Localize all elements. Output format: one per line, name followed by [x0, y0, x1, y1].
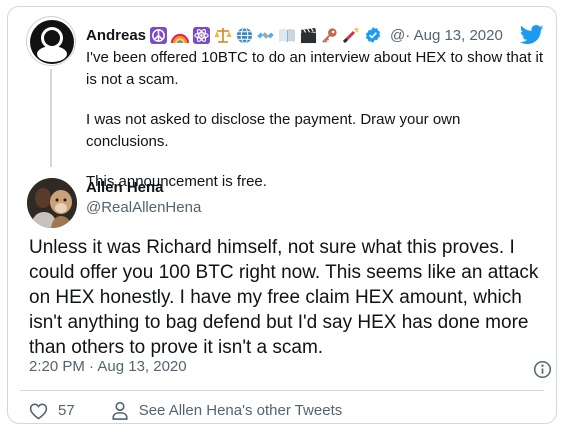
divider [20, 390, 544, 391]
reply-author-name[interactable]: Allen Hena [86, 179, 164, 196]
clapperboard-icon [300, 27, 317, 44]
quoted-handle-date[interactable]: @· Aug 13, 2020 [390, 27, 503, 44]
tweet-actions: 57 See Allen Hena's other Tweets [29, 401, 342, 420]
globe-icon [236, 26, 253, 44]
quoted-paragraph: I was not asked to disclose the payment.… [86, 111, 461, 150]
allen-hena-avatar[interactable] [27, 178, 77, 228]
atom-icon [193, 26, 211, 44]
verified-badge-icon [364, 26, 382, 44]
reply-tweet-text: Unless it was Richard himself, not sure … [29, 237, 539, 358]
peace-icon [150, 26, 168, 44]
profile-link[interactable]: See Allen Hena's other Tweets [111, 401, 343, 420]
twitter-bird-icon[interactable] [520, 25, 544, 45]
quoted-paragraph: I've been offered 10BTC to do an intervi… [86, 49, 544, 88]
rainbow-icon [171, 27, 190, 44]
key-icon [321, 27, 338, 44]
quoted-tweet-header: Andreas @· Aug 13, 2020 [86, 24, 544, 46]
heart-icon [29, 402, 48, 419]
info-icon[interactable] [533, 360, 552, 384]
satellite-icon [257, 27, 274, 44]
quoted-author-name[interactable]: Andreas [86, 27, 146, 44]
scales-icon [214, 27, 232, 44]
profile-link-label: See Allen Hena's other Tweets [138, 402, 343, 419]
quoted-tweet-text[interactable]: I've been offered 10BTC to do an intervi… [86, 47, 546, 193]
tweet-embed-card: Andreas @· Aug 13, 2020 I've been offere… [7, 6, 557, 424]
fireworks-icon [342, 26, 360, 44]
tweet-timestamp[interactable]: 2:20 PM · Aug 13, 2020 [29, 358, 187, 375]
like-count: 57 [58, 402, 75, 419]
like-button[interactable]: 57 [29, 402, 75, 420]
reply-author-handle[interactable]: @RealAllenHena [86, 199, 201, 216]
person-icon [112, 401, 128, 420]
book-icon [278, 27, 296, 44]
andreas-avatar[interactable] [26, 16, 76, 66]
thread-connector-line [50, 69, 52, 167]
